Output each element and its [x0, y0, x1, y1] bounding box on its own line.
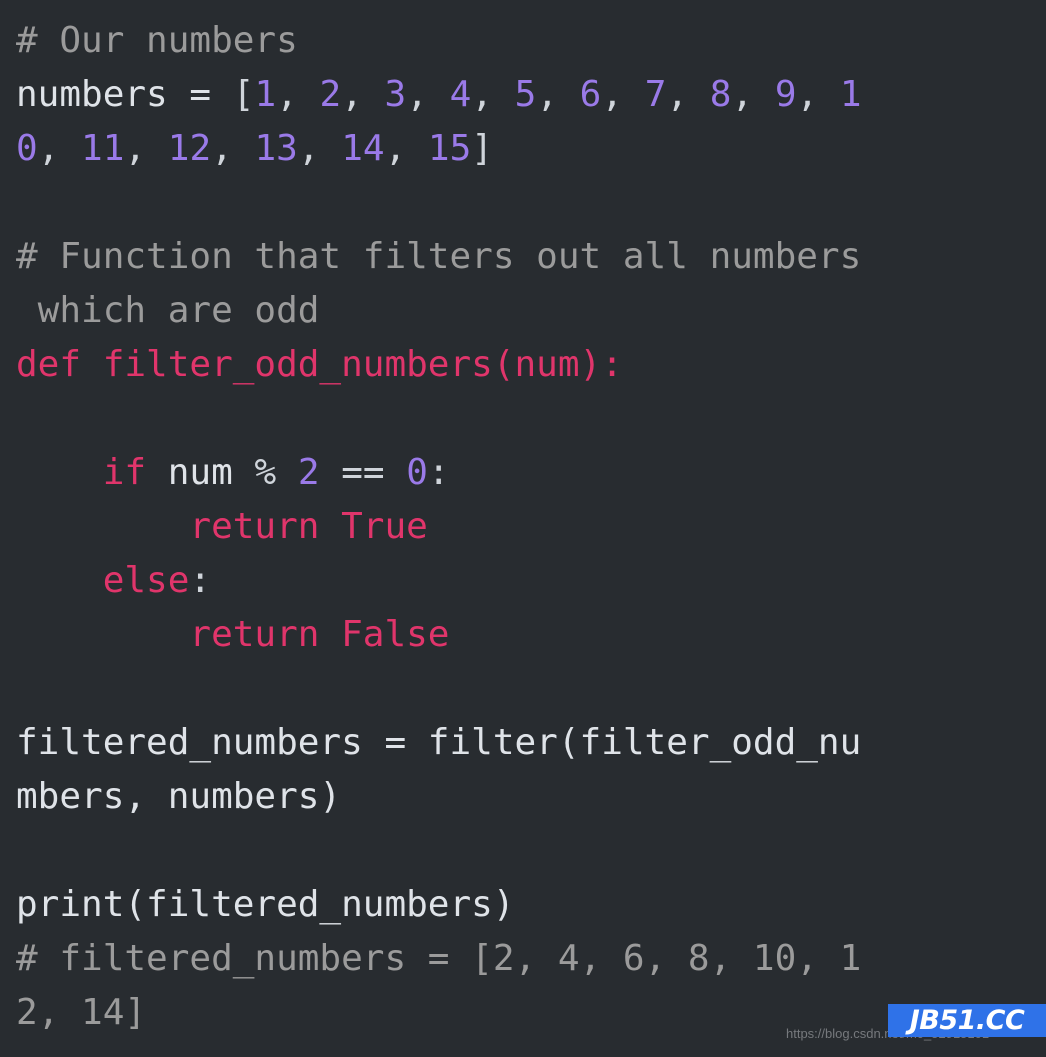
code-token: 2, 14]	[16, 992, 147, 1033]
line-blank-2	[0, 392, 1046, 446]
line-comment-our-numbers: # Our numbers	[0, 14, 1046, 68]
code-token: ==	[341, 452, 385, 493]
line-def-filter-odd-numbers: def filter_odd_numbers(num):	[0, 338, 1046, 392]
code-token: 4	[449, 74, 472, 115]
code-token: ,	[731, 74, 775, 115]
code-token: 9	[774, 74, 797, 115]
code-token: mbers, numbers)	[16, 776, 342, 817]
code-token: ,	[211, 128, 255, 169]
line-numbers-assign-part2: 0, 11, 12, 13, 14, 15]	[0, 122, 1046, 176]
code-token: 2	[319, 74, 342, 115]
code-token: ,	[276, 74, 320, 115]
code-token: ]	[471, 128, 493, 169]
watermark-badge-jb51: JB51.CC	[888, 1004, 1046, 1037]
code-token: 0	[406, 452, 428, 493]
code-token: print(filtered_numbers)	[16, 884, 515, 925]
code-editor-surface: # Our numbers numbers = [1, 2, 3, 4, 5, 6…	[0, 0, 1046, 1057]
code-token: 3	[384, 74, 407, 115]
code-token: 12	[167, 128, 212, 169]
code-token: 7	[644, 74, 667, 115]
code-token: 13	[254, 128, 298, 169]
code-token: # Our numbers	[16, 20, 298, 61]
code-token: [	[232, 74, 255, 115]
line-comment-function-part2: which are odd	[0, 284, 1046, 338]
line-blank-1	[0, 176, 1046, 230]
line-blank-3	[0, 662, 1046, 716]
code-token: def filter_odd_numbers(num):	[16, 344, 623, 385]
code-token: return True	[189, 506, 428, 547]
code-token: ,	[384, 128, 428, 169]
code-token: ,	[297, 128, 342, 169]
line-if-num-mod: if num % 2 == 0:	[0, 446, 1046, 500]
code-token: ,	[341, 74, 385, 115]
code-token: ,	[536, 74, 580, 115]
line-return-true: return True	[0, 500, 1046, 554]
code-token: ,	[796, 74, 840, 115]
line-return-false: return False	[0, 608, 1046, 662]
code-token: 2	[297, 452, 320, 493]
code-token: 1	[839, 74, 862, 115]
code-token: num	[146, 452, 255, 493]
code-token: ,	[601, 74, 645, 115]
code-token: ,	[471, 74, 515, 115]
code-token: :	[189, 560, 212, 601]
line-comment-result-part1: # filtered_numbers = [2, 4, 6, 8, 10, 1	[0, 932, 1046, 986]
code-token: 1	[254, 74, 277, 115]
code-token: ,	[124, 128, 168, 169]
code-token: 8	[709, 74, 732, 115]
line-numbers-assign-part1: numbers = [1, 2, 3, 4, 5, 6, 7, 8, 9, 1	[0, 68, 1046, 122]
line-print-filtered: print(filtered_numbers)	[0, 878, 1046, 932]
code-block: # Our numbers numbers = [1, 2, 3, 4, 5, 6…	[0, 14, 1046, 1040]
code-token: %	[254, 452, 277, 493]
code-token: ,	[666, 74, 710, 115]
code-token: 14	[341, 128, 385, 169]
code-token: filtered_numbers = filter(filter_odd_nu	[16, 722, 862, 763]
code-token: :	[427, 452, 450, 493]
code-token: 5	[514, 74, 537, 115]
code-token: 6	[579, 74, 602, 115]
code-token: else	[102, 560, 190, 601]
code-token: if	[102, 452, 147, 493]
code-token: return False	[189, 614, 450, 655]
line-else: else:	[0, 554, 1046, 608]
line-filtered-assign-part2: mbers, numbers)	[0, 770, 1046, 824]
line-filtered-assign-part1: filtered_numbers = filter(filter_odd_nu	[0, 716, 1046, 770]
code-token: 0	[16, 128, 38, 169]
code-token: 11	[81, 128, 125, 169]
line-comment-function-part1: # Function that filters out all numbers	[0, 230, 1046, 284]
code-token: which are odd	[16, 290, 320, 331]
code-token: # filtered_numbers = [2, 4, 6, 8, 10, 1	[16, 938, 862, 979]
code-token: 15	[427, 128, 472, 169]
code-token: ,	[37, 128, 82, 169]
code-token: # Function that filters out all numbers	[16, 236, 862, 277]
code-token: ,	[406, 74, 450, 115]
code-token: numbers =	[16, 74, 233, 115]
line-blank-4	[0, 824, 1046, 878]
